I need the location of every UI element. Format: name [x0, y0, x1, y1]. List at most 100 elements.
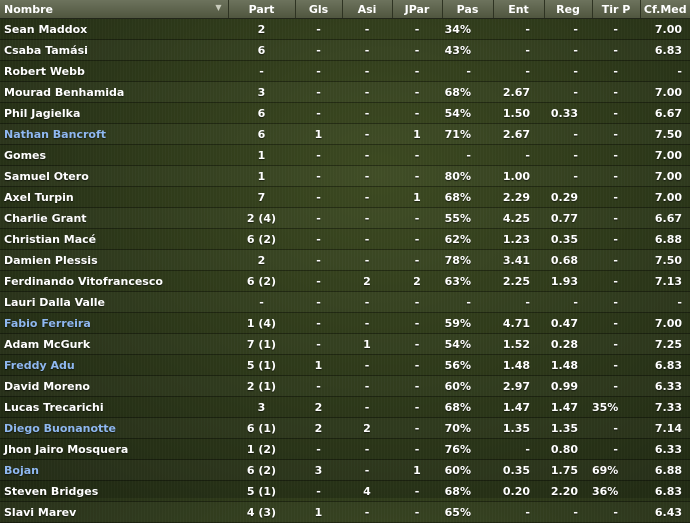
cell-tir: - — [592, 417, 640, 439]
cell-rating: 7.00 — [640, 18, 690, 40]
player-name[interactable]: Slavi Marev — [0, 501, 228, 523]
column-header-pas[interactable]: Pas — [442, 0, 494, 19]
table-row[interactable]: Gomes 1- - - - - - -7.00 — [0, 144, 690, 166]
cell-ent: 1.52 — [493, 333, 544, 355]
table-row[interactable]: Slavi Marev 4 (3) 1- -65% - - -6.43 — [0, 501, 690, 523]
table-row[interactable]: Lucas Trecarichi 3 2- -68% 1.47 1.47 35% 7.33 — [0, 396, 690, 418]
cell-jpar: - — [392, 417, 442, 439]
table-row[interactable]: Phil Jagielka 6- - -54% 1.50 0.33-6.67 — [0, 102, 690, 124]
cell-reg: 0.99 — [544, 375, 592, 397]
cell-gls: 3 — [295, 459, 342, 481]
column-header-tir[interactable]: Tir P — [592, 0, 641, 19]
player-name[interactable]: Christian Macé — [0, 228, 228, 250]
column-header-jpar[interactable]: JPar — [392, 0, 443, 19]
table-row[interactable]: Diego Buonanotte 6 (1) 2 2-70% 1.35 1.35-7.14 — [0, 417, 690, 439]
table-row[interactable]: Jhon Jairo Mosquera 1 (2) - - -76% -0.80-6.33 — [0, 438, 690, 460]
player-name[interactable]: Lauri Dalla Valle — [0, 291, 228, 313]
player-name[interactable]: Csaba Tamási — [0, 39, 228, 61]
player-name[interactable]: Adam McGurk — [0, 333, 228, 355]
table-row[interactable]: Charlie Grant 2 (4) - - -55% 4.25 0.77-6.67 — [0, 207, 690, 229]
cell-gls: - — [295, 270, 342, 292]
cell-asi: - — [342, 186, 392, 208]
cell-asi: - — [342, 375, 392, 397]
player-name[interactable]: Fabio Ferreira — [0, 312, 228, 334]
cell-reg: - — [544, 81, 592, 103]
cell-tir: 36% — [592, 480, 640, 502]
cell-gls: - — [295, 186, 342, 208]
table-row[interactable]: Bojan 6 (2) 3-1 60% 0.35 1.75 69% 6.88 — [0, 459, 690, 481]
player-name[interactable]: Nathan Bancroft — [0, 123, 228, 145]
cell-reg: 0.68 — [544, 249, 592, 271]
player-name[interactable]: Samuel Otero — [0, 165, 228, 187]
table-row[interactable]: Adam McGurk 7 (1) -1-54% 1.52 0.28-7.25 — [0, 333, 690, 355]
cell-reg: - — [544, 18, 592, 40]
cell-ent: - — [493, 501, 544, 523]
player-name[interactable]: Steven Bridges — [0, 480, 228, 502]
table-row[interactable]: Freddy Adu 5 (1) 1- -56% 1.48 1.48-6.83 — [0, 354, 690, 376]
cell-pas: - — [442, 291, 493, 313]
column-header-name[interactable]: Nombre ▼ — [0, 0, 229, 19]
cell-rating: 6.83 — [640, 354, 690, 376]
cell-gls: - — [295, 102, 342, 124]
table-row[interactable]: Sean Maddox 2- - -34% - - -7.00 — [0, 18, 690, 40]
cell-pas: 80% — [442, 165, 493, 187]
player-name[interactable]: Axel Turpin — [0, 186, 228, 208]
table-row[interactable]: Lauri Dalla Valle - - - - - - - - - — [0, 291, 690, 313]
table-row[interactable]: Csaba Tamási 6- - -43% - - -6.83 — [0, 39, 690, 61]
cell-rating: 6.88 — [640, 459, 690, 481]
column-header-ent[interactable]: Ent — [493, 0, 545, 19]
column-header-rating[interactable]: Cf.Med — [640, 0, 690, 19]
player-name[interactable]: David Moreno — [0, 375, 228, 397]
table-row[interactable]: Fabio Ferreira 1 (4) - - -59% 4.71 0.47-7.00 — [0, 312, 690, 334]
table-row[interactable]: Nathan Bancroft 6 1-1 71% 2.67- -7.50 — [0, 123, 690, 145]
table-row[interactable]: Samuel Otero 1- - -80% 1.00- -7.00 — [0, 165, 690, 187]
cell-asi: 1 — [342, 333, 392, 355]
cell-tir: - — [592, 375, 640, 397]
sort-down-icon[interactable]: ▼ — [215, 3, 221, 12]
column-header-part[interactable]: Part — [228, 0, 296, 19]
cell-rating: 7.50 — [640, 123, 690, 145]
cell-pas: 68% — [442, 396, 493, 418]
cell-pas: 60% — [442, 459, 493, 481]
cell-ent: 0.35 — [493, 459, 544, 481]
player-name[interactable]: Ferdinando Vitofrancesco — [0, 270, 228, 292]
cell-tir: - — [592, 165, 640, 187]
player-name[interactable]: Sean Maddox — [0, 18, 228, 40]
player-name[interactable]: Gomes — [0, 144, 228, 166]
cell-part: 3 — [228, 396, 295, 418]
table-row[interactable]: Damien Plessis 2- - -78% 3.41 0.68-7.50 — [0, 249, 690, 271]
cell-tir: - — [592, 249, 640, 271]
player-name[interactable]: Mourad Benhamida — [0, 81, 228, 103]
column-header-gls[interactable]: Gls — [295, 0, 343, 19]
cell-part: 6 — [228, 39, 295, 61]
cell-asi: - — [342, 312, 392, 334]
player-name[interactable]: Charlie Grant — [0, 207, 228, 229]
table-row[interactable]: Robert Webb - - - - - - - - - — [0, 60, 690, 82]
cell-asi: - — [342, 396, 392, 418]
table-row[interactable]: David Moreno 2 (1) - - -60% 2.97 0.99-6.33 — [0, 375, 690, 397]
table-row[interactable]: Steven Bridges 5 (1) -4-68% 0.20 2.20 36% 6.83 — [0, 480, 690, 502]
player-name[interactable]: Phil Jagielka — [0, 102, 228, 124]
cell-reg: 0.80 — [544, 438, 592, 460]
column-header-asi[interactable]: Asi — [342, 0, 393, 19]
player-name[interactable]: Robert Webb — [0, 60, 228, 82]
player-name[interactable]: Freddy Adu — [0, 354, 228, 376]
table-row[interactable]: Ferdinando Vitofrancesco 6 (2) -2 2 63% 2.25 1… — [0, 270, 690, 292]
player-name[interactable]: Damien Plessis — [0, 249, 228, 271]
player-name[interactable]: Diego Buonanotte — [0, 417, 228, 439]
table-row[interactable]: Mourad Benhamida 3- - -68% 2.67- -7.00 — [0, 81, 690, 103]
table-row[interactable]: Christian Macé 6 (2) - - -62% 1.23 0.35-6.88 — [0, 228, 690, 250]
cell-jpar: - — [392, 396, 442, 418]
cell-asi: - — [342, 438, 392, 460]
cell-tir: - — [592, 501, 640, 523]
cell-part: 6 (2) — [228, 459, 295, 481]
table-row[interactable]: Axel Turpin 7- -1 68% 2.29 0.29-7.00 — [0, 186, 690, 208]
cell-jpar: 2 — [392, 270, 442, 292]
player-name[interactable]: Jhon Jairo Mosquera — [0, 438, 228, 460]
player-name[interactable]: Lucas Trecarichi — [0, 396, 228, 418]
cell-ent: 4.71 — [493, 312, 544, 334]
column-header-reg[interactable]: Reg — [544, 0, 593, 19]
cell-part: 4 (3) — [228, 501, 295, 523]
player-name[interactable]: Bojan — [0, 459, 228, 481]
cell-gls: 1 — [295, 501, 342, 523]
